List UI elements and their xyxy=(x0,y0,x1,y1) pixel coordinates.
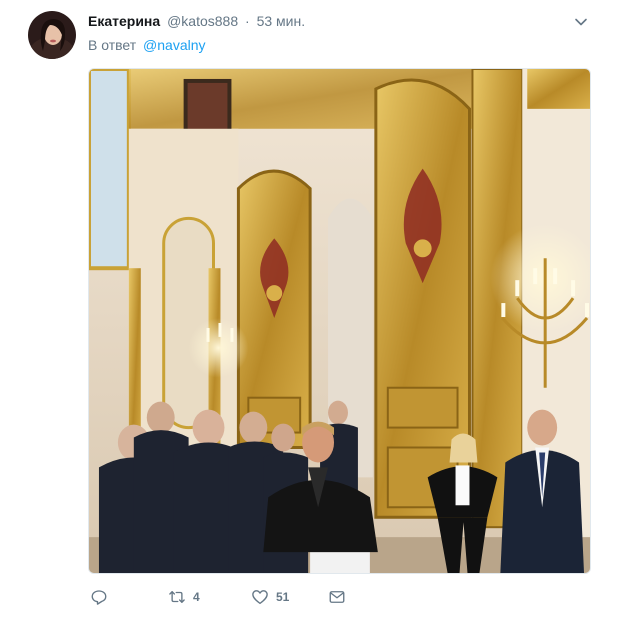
retweet-count: 4 xyxy=(193,590,200,604)
reply-icon xyxy=(91,590,107,605)
author-handle[interactable]: @katos888 xyxy=(167,13,238,29)
tweet-timestamp[interactable]: 53 мин. xyxy=(257,13,306,29)
avatar[interactable] xyxy=(28,11,76,59)
reply-context: В ответ @navalny xyxy=(88,36,206,54)
reply-button[interactable] xyxy=(90,586,108,608)
tweet-actions: 4 51 xyxy=(88,586,591,608)
more-options-button[interactable] xyxy=(571,12,591,32)
chevron-down-icon xyxy=(575,18,587,26)
tweet: Екатерина @katos888 · 53 мин. В ответ @n… xyxy=(0,0,628,618)
direct-message-button[interactable] xyxy=(328,586,346,608)
like-count: 51 xyxy=(276,590,290,604)
tweet-photo[interactable] xyxy=(88,68,591,574)
retweet-icon xyxy=(169,591,185,603)
author-name[interactable]: Екатерина xyxy=(88,13,160,29)
envelope-icon xyxy=(329,591,345,603)
palace-photo xyxy=(89,69,590,573)
reply-prefix: В ответ xyxy=(88,37,137,53)
reply-to-link[interactable]: @navalny xyxy=(143,37,205,53)
tweet-header: Екатерина @katos888 · 53 мин. xyxy=(88,12,305,30)
separator-dot: · xyxy=(245,13,250,29)
heart-icon xyxy=(252,590,268,605)
like-button[interactable]: 51 xyxy=(251,586,289,608)
retweet-button[interactable]: 4 xyxy=(168,586,200,608)
avatar-image xyxy=(28,11,76,59)
